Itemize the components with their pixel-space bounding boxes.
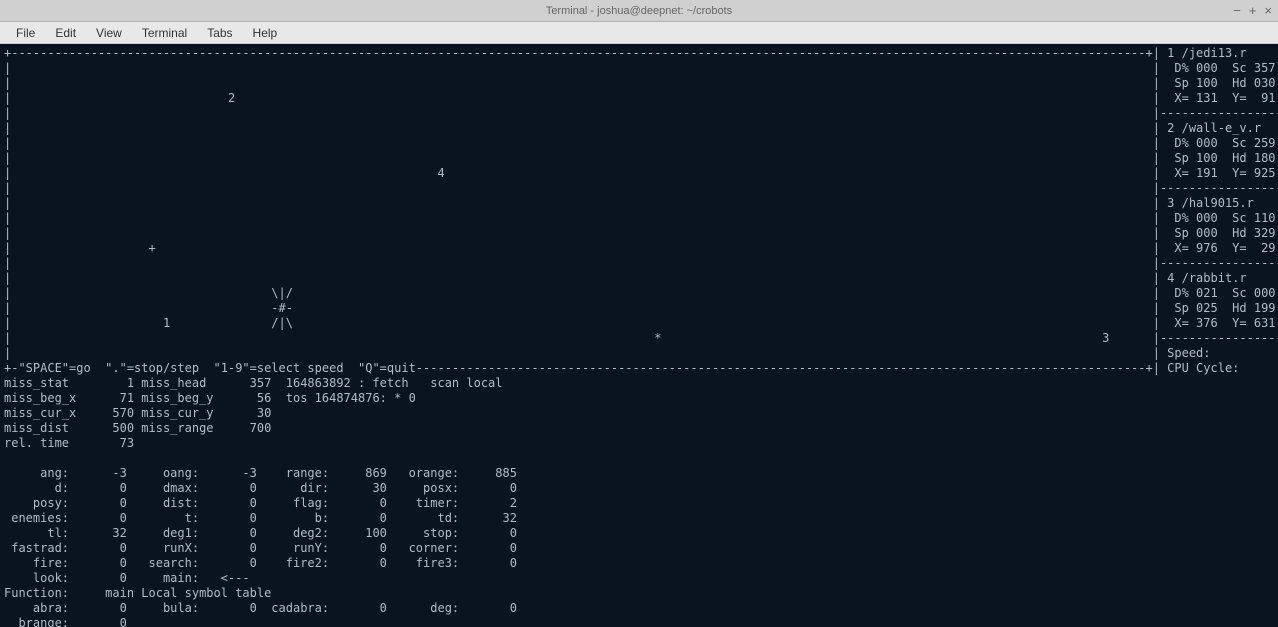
menu-terminal[interactable]: Terminal: [132, 23, 197, 43]
maximize-button[interactable]: +: [1249, 4, 1257, 17]
menu-file[interactable]: File: [6, 23, 45, 43]
window-title: Terminal - joshua@deepnet: ~/crobots: [546, 5, 732, 17]
terminal-output[interactable]: +---------------------------------------…: [0, 44, 1278, 627]
menu-help[interactable]: Help: [243, 23, 288, 43]
close-button[interactable]: ×: [1264, 4, 1272, 17]
window-controls: − + ×: [1233, 0, 1272, 21]
menu-view[interactable]: View: [86, 23, 132, 43]
terminal-window: Terminal - joshua@deepnet: ~/crobots − +…: [0, 0, 1278, 627]
minimize-button[interactable]: −: [1233, 4, 1241, 17]
titlebar[interactable]: Terminal - joshua@deepnet: ~/crobots − +…: [0, 0, 1278, 22]
menu-tabs[interactable]: Tabs: [197, 23, 242, 43]
menubar: File Edit View Terminal Tabs Help: [0, 22, 1278, 44]
menu-edit[interactable]: Edit: [45, 23, 86, 43]
